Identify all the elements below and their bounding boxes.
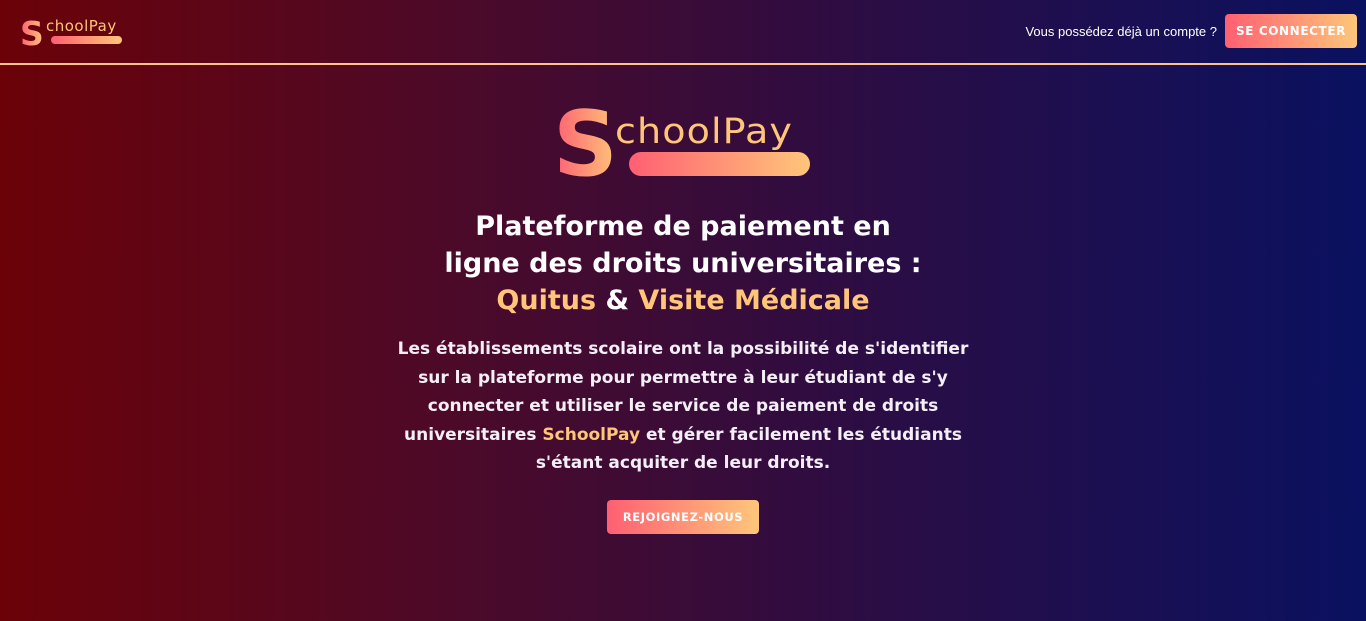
schoolpay-logo-hero: S choolPay bbox=[553, 93, 810, 180]
nav-account-area: Vous possédez déjà un compte ? SE CONNEC… bbox=[1025, 14, 1357, 48]
schoolpay-logo-small[interactable]: S choolPay bbox=[20, 12, 126, 50]
logo-small-wordmark: choolPay bbox=[46, 17, 117, 35]
description-brand: SchoolPay bbox=[542, 424, 641, 445]
join-us-button[interactable]: REJOIGNEZ-NOUS bbox=[607, 500, 759, 534]
navbar: S choolPay Vous possédez déjà un compte … bbox=[0, 0, 1366, 65]
logo-small-initial: S bbox=[20, 14, 44, 50]
logo-hero-wordmark: choolPay bbox=[615, 112, 793, 152]
login-button[interactable]: SE CONNECTER bbox=[1225, 14, 1357, 48]
hero-description: Les établissements scolaire ont la possi… bbox=[383, 335, 983, 478]
account-question: Vous possédez déjà un compte ? bbox=[1025, 23, 1217, 39]
logo-hero-initial: S bbox=[553, 93, 618, 180]
headline-line-1: Plateforme de paiement en bbox=[475, 211, 891, 242]
headline-visite-medicale: Visite Médicale bbox=[638, 285, 870, 316]
headline-ampersand: & bbox=[596, 285, 639, 316]
hero-headline: Plateforme de paiement en ligne des droi… bbox=[383, 208, 983, 319]
headline-line-2: ligne des droits universitaires : bbox=[444, 248, 922, 279]
headline-quitus: Quitus bbox=[496, 285, 597, 316]
